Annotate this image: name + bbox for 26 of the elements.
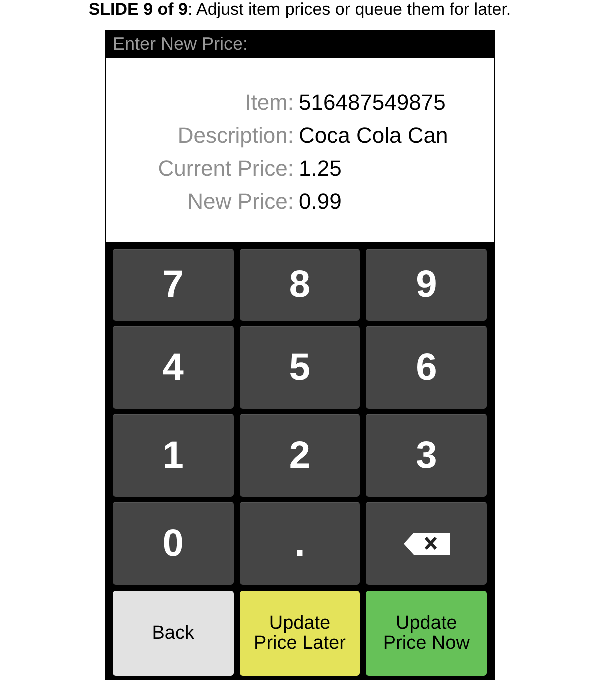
action-button[interactable]: Update Price Later xyxy=(240,591,360,676)
backspace-key[interactable] xyxy=(366,502,487,585)
keypad-key[interactable]: 7 xyxy=(113,249,234,321)
field-value: 1.25 xyxy=(299,154,343,182)
field-label: Current Price: xyxy=(157,154,294,182)
keypad-key[interactable]: 6 xyxy=(366,326,487,409)
keypad-key[interactable]: . xyxy=(240,502,360,585)
header-title: Enter New Price: xyxy=(113,32,248,56)
keypad-key[interactable]: 1 xyxy=(113,414,234,497)
action-button[interactable]: Update Price Now xyxy=(366,591,487,676)
keypad-key[interactable]: 5 xyxy=(240,326,360,409)
field-label: Item: xyxy=(244,88,294,116)
keypad-key[interactable]: 8 xyxy=(240,249,360,321)
keypad-key[interactable]: 0 xyxy=(113,502,234,585)
keypad-key[interactable]: 3 xyxy=(366,414,487,497)
backspace-icon xyxy=(404,533,450,555)
field-label: New Price: xyxy=(186,188,294,216)
field-value: 0.99 xyxy=(299,188,343,216)
action-button[interactable]: Back xyxy=(113,591,234,676)
field-value: 516487549875 xyxy=(299,88,447,116)
keypad-key[interactable]: 2 xyxy=(240,414,360,497)
slide-caption: SLIDE 9 of 9: Adjust item prices or queue them for later. xyxy=(88,0,512,21)
keypad-key[interactable]: 9 xyxy=(366,249,487,321)
keypad-key[interactable]: 4 xyxy=(113,326,234,409)
field-label: Description: xyxy=(176,122,294,150)
field-value: Coca Cola Can xyxy=(299,122,448,150)
